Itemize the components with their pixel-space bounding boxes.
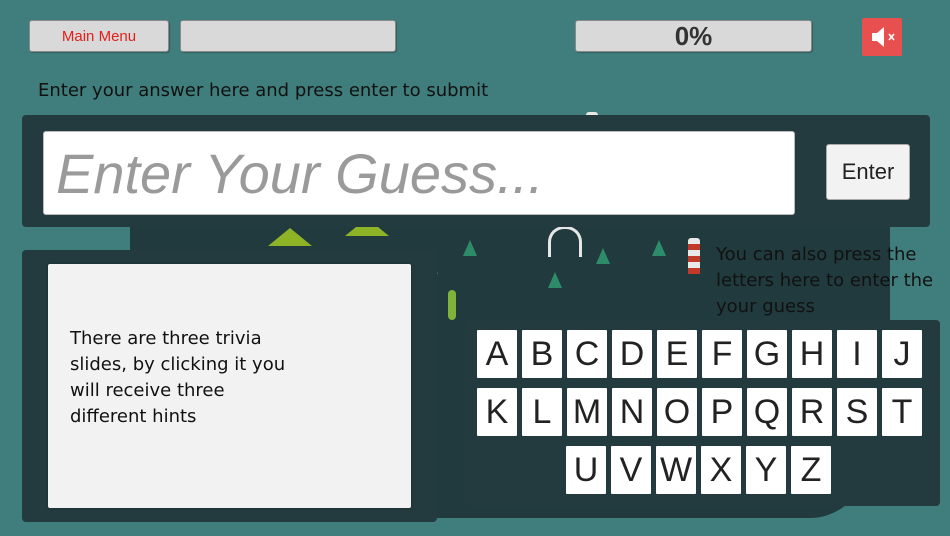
letter-key[interactable]: X [701,446,741,494]
letter-key[interactable]: S [837,388,877,436]
letter-key[interactable]: C [567,330,607,378]
letter-key[interactable]: H [792,330,832,378]
progress-display: 0% [575,20,812,52]
keyboard-row: ABCDEFGHIJ [477,330,922,378]
letter-key[interactable]: Z [791,446,831,494]
keyboard-row: KLMNOPQRST [477,388,922,436]
letter-key[interactable]: R [792,388,832,436]
tree-icon [596,248,610,264]
letter-key[interactable]: I [837,330,877,378]
main-menu-button[interactable]: Main Menu [29,20,169,52]
letter-key[interactable]: F [702,330,742,378]
enter-button[interactable]: Enter [826,144,910,200]
speaker-muted-icon [872,27,895,47]
letter-key[interactable]: L [522,388,562,436]
letter-key[interactable]: E [657,330,697,378]
letter-key[interactable]: M [567,388,607,436]
letter-key[interactable]: P [702,388,742,436]
letter-key[interactable]: K [477,388,517,436]
guess-instruction: Enter your answer here and press enter t… [38,80,489,101]
letter-key[interactable]: G [747,330,787,378]
tree-icon [548,272,562,288]
mountain-icon [268,228,312,246]
keyboard-instruction: You can also press the letters here to e… [716,244,934,317]
letter-key[interactable]: N [612,388,652,436]
letter-key[interactable]: T [882,388,922,436]
tree-icon [463,240,477,256]
letter-key[interactable]: Q [747,388,787,436]
letter-key[interactable]: O [657,388,697,436]
hint-text: There are three trivia slides, by clicki… [70,328,286,427]
letter-key[interactable]: V [611,446,651,494]
keyboard-row: UVWXYZ [566,446,831,494]
lighthouse-icon [688,238,700,274]
letter-key[interactable]: U [566,446,606,494]
letter-key[interactable]: B [522,330,562,378]
letter-key[interactable]: W [656,446,696,494]
letter-key[interactable]: A [477,330,517,378]
letter-key[interactable]: D [612,330,652,378]
mute-button[interactable] [862,18,902,56]
cactus-icon [448,290,456,320]
guess-input[interactable] [43,131,795,215]
status-bar [180,20,396,52]
letter-key[interactable]: Y [746,446,786,494]
letter-key[interactable]: J [882,330,922,378]
tree-icon [652,240,666,256]
arch-icon [548,226,582,257]
